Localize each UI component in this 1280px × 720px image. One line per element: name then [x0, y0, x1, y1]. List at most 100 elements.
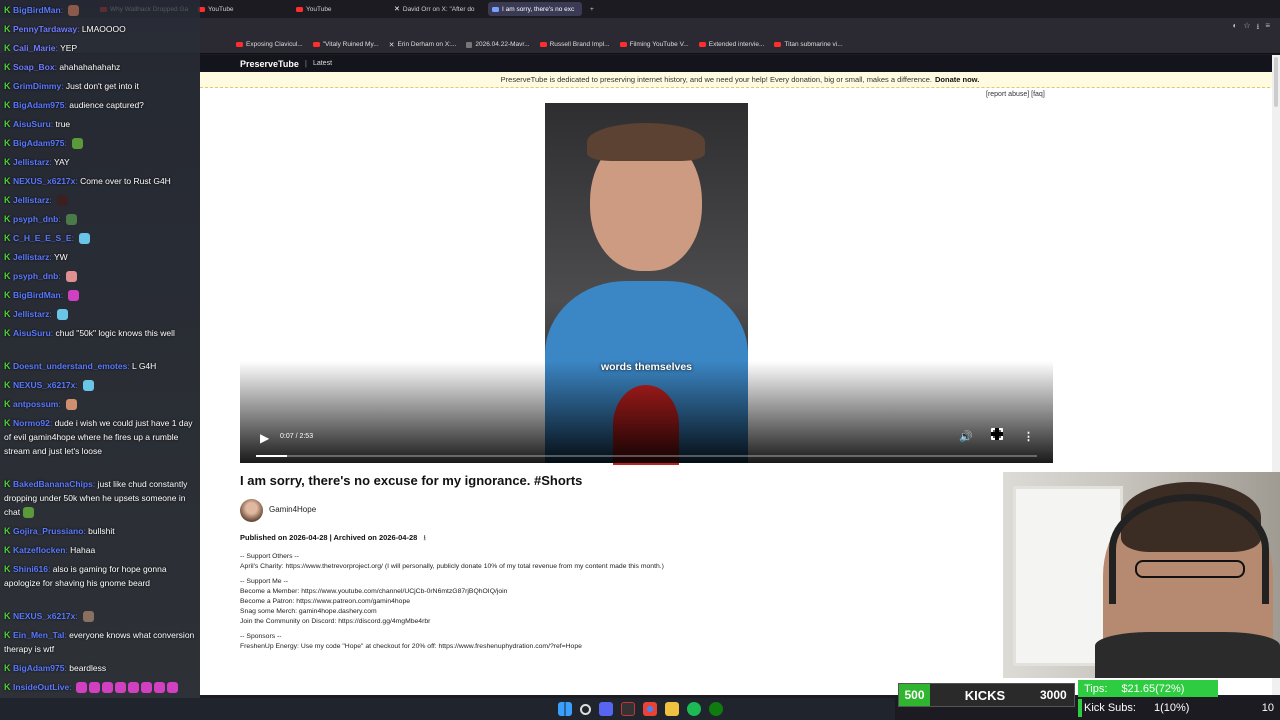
spotify-icon[interactable] [687, 702, 701, 716]
description-line: Snag some Merch: gamin4hope.dashery.com [240, 608, 377, 615]
tips-value: $21.65(72%) [1121, 682, 1185, 695]
video-description: -- Support Others -- April's Charity: htt… [240, 552, 840, 652]
bookmark-item[interactable]: "Vitaly Ruined My... [312, 41, 379, 48]
chat-username[interactable]: C_H_E_E_S_E [13, 233, 72, 243]
browser-tab[interactable]: YouTube [194, 2, 288, 16]
kick-badge-icon: K [4, 24, 11, 34]
tab-label: I am sorry, there's no exc [502, 5, 575, 13]
kick-badge-icon: K [4, 663, 11, 673]
kicks-goal: 3000 [1040, 688, 1067, 702]
chat-colon: : [49, 309, 55, 319]
obs-icon[interactable] [621, 702, 635, 716]
play-icon[interactable]: ▶ [260, 431, 269, 445]
chat-username[interactable]: Katzeflocken [13, 545, 65, 555]
puzzle-icon[interactable]: ◐ [1233, 21, 1238, 35]
subs-target: 10 [1261, 702, 1274, 714]
bookmark-item[interactable]: Exposing Clavicul... [236, 41, 303, 48]
chat-text: beardless [69, 663, 107, 673]
chat-text: true [55, 119, 71, 129]
bookmark-item[interactable]: Extended intervie... [698, 41, 764, 48]
video-player[interactable]: words themselves ▶ 0:07 / 2:53 🔊 ⋮ [240, 103, 1053, 465]
chat-username[interactable]: AisuSuru [13, 119, 51, 129]
chat-username[interactable]: BigAdam975 [13, 100, 65, 110]
nav-latest-link[interactable]: Latest [313, 60, 332, 67]
kick-badge-icon: K [4, 380, 11, 390]
chat-username[interactable]: Soap_Box [13, 62, 55, 72]
chat-username[interactable]: GrimDimmy [13, 81, 61, 91]
chat-username[interactable]: antpossum [13, 399, 58, 409]
browser-tab[interactable]: ✕ David Orr on X: "After do [390, 2, 484, 16]
emote-icon [57, 309, 69, 321]
bookmark-item[interactable]: Filming YouTube V... [619, 41, 689, 48]
chat-username[interactable]: BakedBananaChips [13, 479, 93, 489]
chat-message: K NEXUS_x6217x: [4, 378, 200, 392]
chat-username[interactable]: InsideOutLive [13, 682, 69, 692]
chat-username[interactable]: Cali_Marie [13, 43, 56, 53]
search-icon[interactable] [580, 703, 591, 715]
chat-username[interactable]: NEXUS_x6217x [13, 380, 75, 390]
description-line[interactable]: FreshenUp Energy: Use my code "Hope" at … [240, 642, 840, 652]
chat-username[interactable]: NEXUS_x6217x [13, 611, 75, 621]
download-icon[interactable]: ⭳ [1257, 21, 1260, 35]
site-header: PreserveTube | Latest [200, 55, 1280, 72]
chat-username[interactable]: Jellistarz [13, 195, 49, 205]
chat-username[interactable]: AisuSuru [13, 328, 51, 338]
browser-tab[interactable]: I am sorry, there's no exc [488, 2, 582, 16]
chat-username[interactable]: Gojira_Prussiano [13, 526, 83, 536]
chat-message: K Jellistarz: YW [4, 250, 200, 264]
new-tab-button[interactable]: + [586, 2, 600, 16]
chat-username[interactable]: Doesnt_understand_emotes [13, 361, 127, 371]
chat-username[interactable]: Shini616 [13, 564, 48, 574]
description-line[interactable]: Become a Patron: https://www.patreon.com… [240, 597, 840, 607]
fullscreen-icon[interactable] [991, 428, 1003, 440]
description-line[interactable]: Become a Member: https://www.youtube.com… [240, 587, 840, 597]
chat-username[interactable]: BigBirdMan [13, 290, 61, 300]
chat-text: L G4H [132, 361, 157, 371]
chat-username[interactable]: PennyTardaway [13, 24, 77, 34]
chat-username[interactable]: Jellistarz [13, 252, 49, 262]
channel-name[interactable]: Gamin4Hope [269, 505, 316, 514]
chat-username[interactable]: Ein_Men_Tal [13, 630, 64, 640]
chat-username[interactable]: BigAdam975 [13, 663, 65, 673]
chat-username[interactable]: BigAdam975 [13, 138, 65, 148]
bookmark-item[interactable]: Russell Brand Impl... [539, 41, 610, 48]
menu-icon[interactable]: ≡ [1265, 21, 1270, 35]
chrome-icon[interactable] [643, 702, 657, 716]
donate-link[interactable]: Donate now. [935, 75, 979, 84]
download-icon[interactable]: ⭳ [423, 533, 426, 542]
subs-value: 1(10%) [1153, 702, 1190, 714]
windows-start-icon[interactable] [558, 702, 572, 716]
folder-icon[interactable] [665, 702, 679, 716]
emote-icon [66, 214, 78, 226]
bookmark-item[interactable]: 2026.04.22-Mavr... [466, 41, 530, 48]
chat-username[interactable]: Jellistarz [13, 157, 49, 167]
chat-username[interactable]: psyph_dnb [13, 214, 58, 224]
xbox-icon[interactable] [709, 702, 723, 716]
report-links[interactable]: [report abuse] [faq] [986, 91, 1045, 98]
emote-icon [68, 5, 80, 17]
description-line[interactable]: Join the Community on Discord: https://d… [240, 617, 840, 627]
chat-username[interactable]: psyph_dnb [13, 271, 58, 281]
bookmark-label: Erin Derham on X:... [397, 41, 457, 48]
chat-username[interactable]: Normo92 [13, 418, 50, 428]
channel-avatar[interactable] [240, 499, 263, 522]
volume-icon[interactable]: 🔊 [959, 430, 973, 443]
chat-colon: : [60, 290, 66, 300]
chat-text: LMAOOOO [81, 24, 126, 34]
discord-icon[interactable] [599, 702, 613, 716]
bookmark-icon[interactable]: ☆ [1243, 21, 1250, 35]
bookmark-item[interactable]: Titan submarine vi... [774, 41, 843, 48]
site-logo[interactable]: PreserveTube [240, 59, 299, 69]
progress-bar[interactable] [256, 455, 1037, 457]
emote-icon [57, 195, 69, 207]
browser-tab[interactable]: YouTube [292, 2, 386, 16]
more-options-icon[interactable]: ⋮ [1023, 430, 1034, 443]
scrollbar-thumb[interactable] [1274, 57, 1278, 107]
chat-username[interactable]: BigBirdMan [13, 5, 61, 15]
kick-badge-icon: K [4, 564, 11, 574]
description-line[interactable]: April's Charity: https://www.thetrevorpr… [240, 562, 840, 572]
chat-username[interactable]: Jellistarz [13, 309, 49, 319]
bookmark-item[interactable]: ✕ Erin Derham on X:... [389, 41, 457, 49]
chat-username[interactable]: NEXUS_x6217x [13, 176, 75, 186]
chat-message: Kpsyph_dnb: [4, 212, 200, 226]
